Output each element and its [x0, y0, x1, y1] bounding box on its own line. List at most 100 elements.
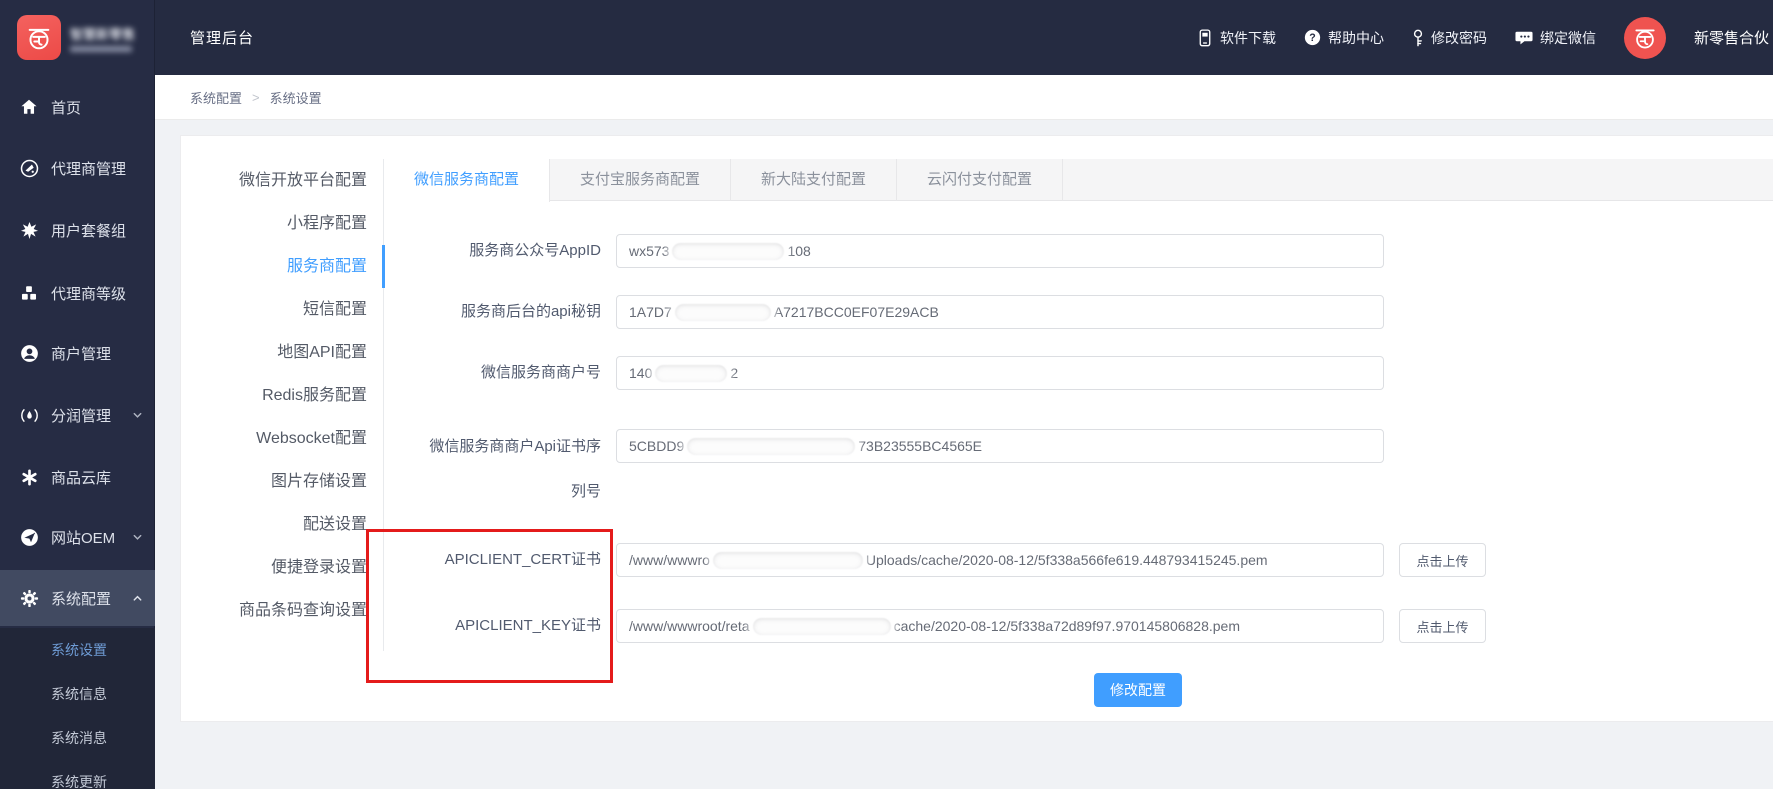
- value-suffix: 2: [730, 365, 739, 381]
- merchant-id-input[interactable]: 140 2: [616, 356, 1384, 390]
- change-password-button[interactable]: 修改密码: [1412, 28, 1487, 48]
- menu-label: 帮助中心: [1327, 29, 1384, 46]
- tab-unionpay[interactable]: 云闪付支付配置: [897, 159, 1064, 201]
- menu-label: 软件下载: [1219, 29, 1276, 46]
- tab-alipay-service-provider[interactable]: 支付宝服务商配置: [550, 159, 732, 201]
- chevron-down-icon: [132, 410, 143, 421]
- redacted-blur: [672, 242, 785, 260]
- page-title: 管理后台: [190, 30, 255, 47]
- sidebar-item-profit-mgmt[interactable]: 分润管理: [0, 393, 155, 437]
- upload-key-button[interactable]: 点击上传: [1399, 609, 1486, 643]
- paper-plane-icon: [19, 528, 39, 547]
- config-nav-image-storage[interactable]: 图片存储设置: [181, 460, 383, 503]
- config-nav: 微信开放平台配置 小程序配置 服务商配置 短信配置 地图API配置 Redis服…: [181, 159, 385, 651]
- upload-cert-button[interactable]: 点击上传: [1399, 543, 1486, 577]
- sidebar-item-user-package[interactable]: 用户套餐组: [0, 208, 155, 252]
- redacted-blur: [712, 551, 863, 569]
- config-nav-wechat-open-platform[interactable]: 微信开放平台配置: [181, 159, 383, 202]
- chat-bubble-icon: [1515, 30, 1533, 46]
- brand-name: 智慧新零售: [70, 24, 135, 52]
- sidebar-item-label: 系统配置: [51, 590, 112, 608]
- sidebar-item-label: 商户管理: [51, 345, 112, 363]
- software-download-button[interactable]: 软件下载: [1197, 28, 1276, 48]
- appid-input[interactable]: wx573 108: [616, 234, 1384, 268]
- value-suffix: cache/2020-08-12/5f338a72d89f97.97014580…: [893, 618, 1241, 634]
- breadcrumb: 系统配置 > 系统设置: [155, 75, 1773, 120]
- sidebar-item-merchant-mgmt[interactable]: 商户管理: [0, 331, 155, 375]
- redacted-blur: [687, 437, 856, 455]
- submenu-item-system-update[interactable]: 系统更新: [0, 760, 155, 789]
- sidebar-item-label: 分润管理: [51, 407, 112, 425]
- help-center-button[interactable]: ? 帮助中心: [1304, 28, 1384, 48]
- api-secret-input[interactable]: 1A7D7 A7217BCC0EF07E29ACB: [616, 295, 1384, 329]
- breadcrumb-separator: >: [252, 89, 260, 105]
- tab-wechat-service-provider[interactable]: 微信服务商配置: [384, 159, 551, 202]
- settings-panel: 微信开放平台配置 小程序配置 服务商配置 短信配置 地图API配置 Redis服…: [180, 135, 1773, 722]
- value-suffix: A7217BCC0EF07E29ACB: [773, 304, 939, 320]
- sidebar-item-goods-cloud[interactable]: 商品云库: [0, 455, 155, 499]
- value-suffix: Uploads/cache/2020-08-12/5f338a566fe619.…: [865, 552, 1268, 568]
- config-nav-redis[interactable]: Redis服务配置: [181, 374, 383, 417]
- brand-logo[interactable]: 智慧新零售: [0, 0, 155, 75]
- agent-icon: [19, 159, 39, 178]
- config-nav-sms[interactable]: 短信配置: [181, 288, 383, 331]
- field-label: APICLIENT_CERT证书: [444, 551, 601, 568]
- apiclient-key-input[interactable]: /www/wwwroot/reta cache/2020-08-12/5f338…: [616, 609, 1384, 643]
- submenu-item-system-message[interactable]: 系统消息: [0, 716, 155, 760]
- sidebar-item-label: 用户套餐组: [51, 222, 127, 240]
- help-icon: ?: [1304, 29, 1321, 46]
- redacted-blur: [674, 303, 771, 321]
- package-icon: [19, 221, 39, 240]
- sidebar-item-agent-mgmt[interactable]: 代理商管理: [0, 146, 155, 190]
- submenu-item-system-info[interactable]: 系统信息: [0, 672, 155, 716]
- password-key-icon: [1412, 29, 1424, 47]
- breadcrumb-item-system-config[interactable]: 系统配置: [190, 88, 242, 107]
- brand-logo-icon: [17, 15, 61, 60]
- merchant-icon: [19, 344, 39, 363]
- config-nav-delivery[interactable]: 配送设置: [181, 503, 383, 546]
- apiclient-cert-input[interactable]: /www/wwwro Uploads/cache/2020-08-12/5f33…: [616, 543, 1384, 577]
- config-nav-map-api[interactable]: 地图API配置: [181, 331, 383, 374]
- profit-icon: [19, 406, 39, 425]
- sidebar-item-label: 网站OEM: [51, 529, 116, 547]
- redacted-blur: [655, 364, 728, 382]
- menu-label: 修改密码: [1430, 29, 1487, 46]
- cert-serial-input[interactable]: 5CBDD9 73B23555BC4565E: [616, 429, 1384, 463]
- chevron-up-icon: [132, 593, 143, 604]
- sidebar-item-agent-level[interactable]: 代理商等级: [0, 271, 155, 315]
- value-prefix: 1A7D7: [629, 304, 672, 320]
- sidebar-item-system-config[interactable]: 系统配置: [0, 570, 155, 626]
- field-label: 微信服务商商户号: [480, 364, 601, 381]
- value-prefix: 140: [629, 365, 653, 381]
- submenu-item-system-settings[interactable]: 系统设置: [0, 628, 155, 672]
- header-menu: 软件下载 ? 帮助中心 修改密码 绑定微信 新零售合伙: [1197, 16, 1773, 59]
- field-label: 微信服务商商户Api证书序列号: [429, 438, 601, 500]
- gear-icon: [19, 589, 39, 608]
- top-header: 管理后台 软件下载 ? 帮助中心 修改密码 绑定微信 新零售合伙: [155, 0, 1773, 75]
- config-nav-service-provider[interactable]: 服务商配置: [181, 245, 385, 288]
- chevron-down-icon: [132, 532, 143, 543]
- menu-label: 绑定微信: [1539, 29, 1596, 46]
- username-label[interactable]: 新零售合伙: [1694, 27, 1769, 48]
- value-prefix: /www/wwwroot/reta: [629, 618, 750, 634]
- sidebar-item-website-oem[interactable]: 网站OEM: [0, 515, 155, 559]
- asterisk-icon: [19, 468, 39, 487]
- sidebar-item-label: 代理商等级: [51, 285, 127, 303]
- bind-wechat-button[interactable]: 绑定微信: [1515, 28, 1596, 48]
- save-config-button[interactable]: 修改配置: [1094, 673, 1182, 707]
- sidebar-item-label: 商品云库: [51, 469, 112, 487]
- sidebar-item-home[interactable]: 首页: [0, 85, 155, 129]
- value-suffix: 108: [787, 243, 811, 259]
- user-avatar[interactable]: [1623, 16, 1666, 59]
- config-nav-barcode-query[interactable]: 商品条码查询设置: [181, 589, 383, 632]
- admin-app: 智慧新零售 首页 代理商管理 用户套餐组 代理商等级 商户管理 分润管理 商品云…: [0, 0, 1773, 789]
- config-nav-miniprogram[interactable]: 小程序配置: [181, 202, 383, 245]
- payment-config-tabs: 微信服务商配置 支付宝服务商配置 新大陆支付配置 云闪付支付配置: [384, 159, 1773, 202]
- brand-subtitle-blurred: [70, 45, 132, 52]
- tab-newland-pay[interactable]: 新大陆支付配置: [731, 159, 898, 201]
- breadcrumb-item-system-settings: 系统设置: [269, 90, 322, 106]
- config-nav-websocket[interactable]: Websocket配置: [181, 417, 383, 460]
- config-nav-quick-login[interactable]: 便捷登录设置: [181, 546, 383, 589]
- value-prefix: wx573: [629, 243, 670, 259]
- value-prefix: /www/wwwro: [629, 552, 710, 568]
